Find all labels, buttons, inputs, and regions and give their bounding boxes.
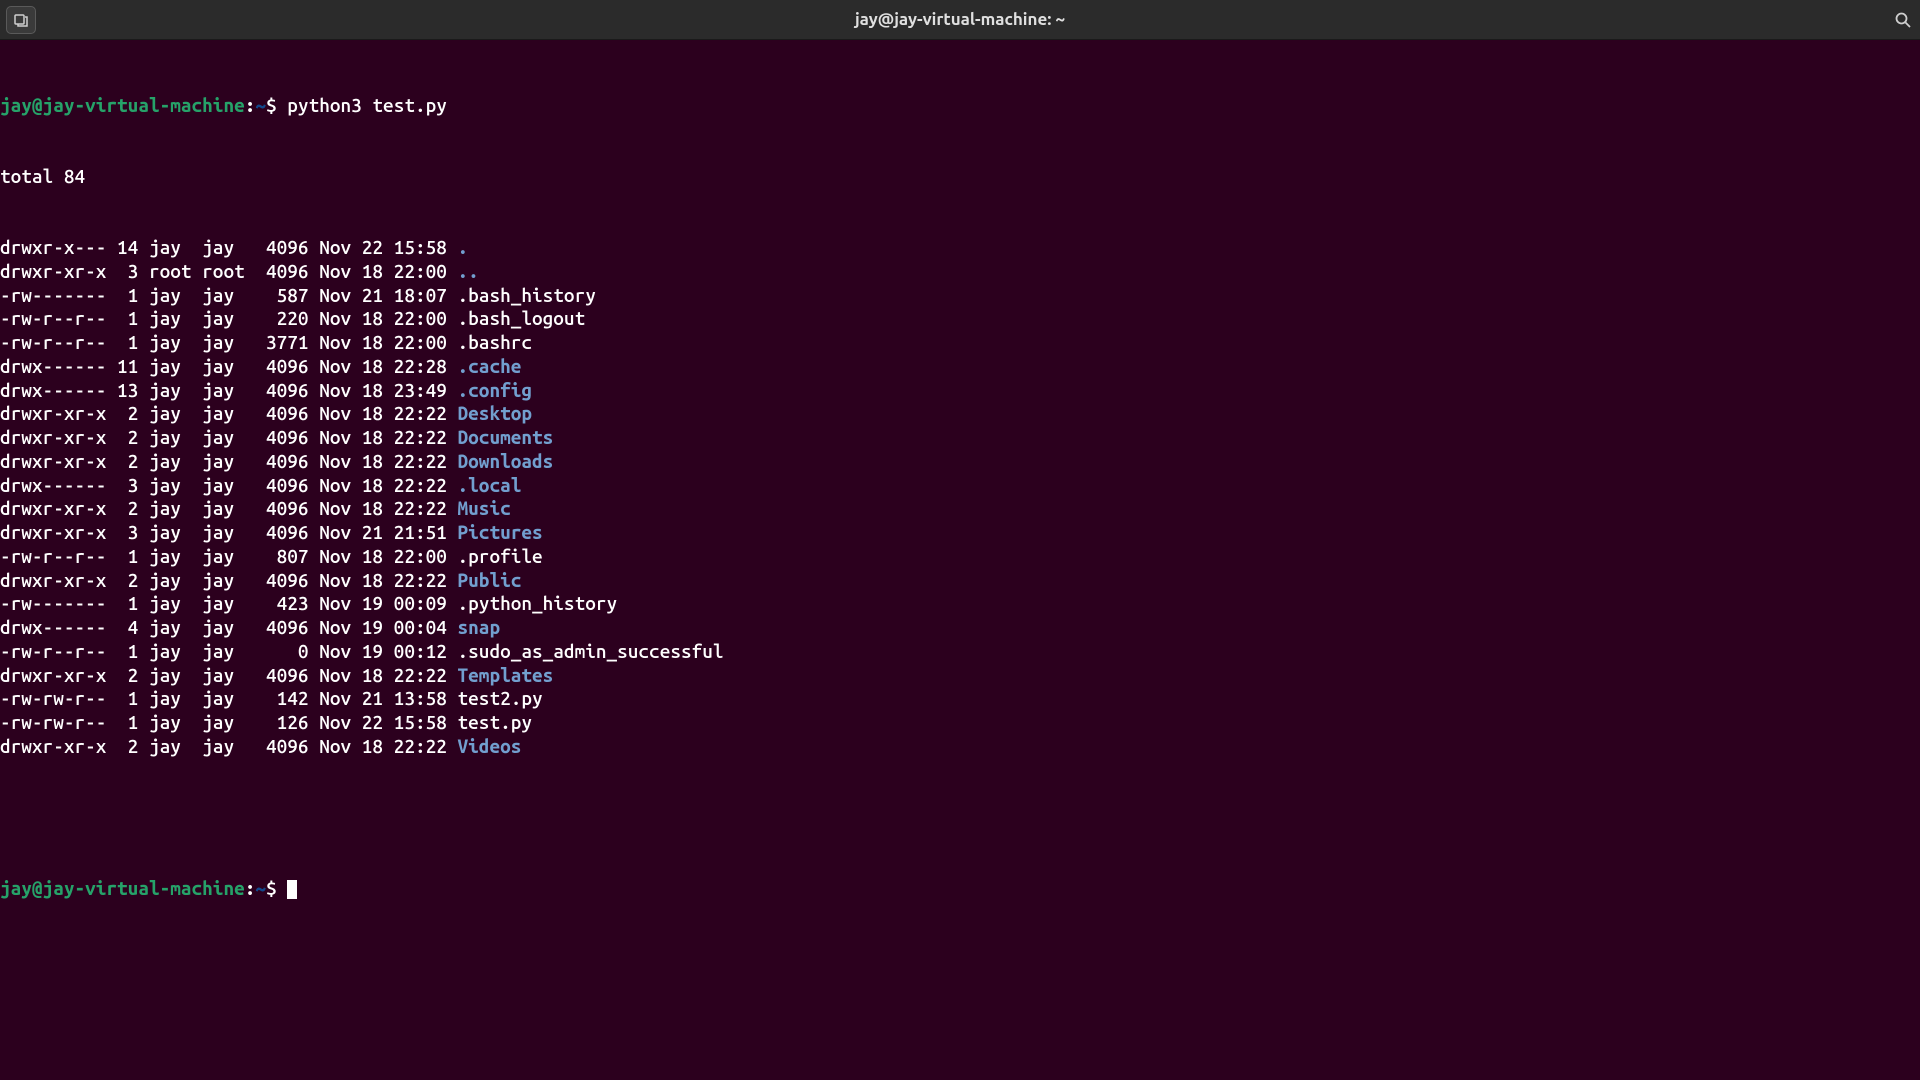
- listing-row: drwx------ 13 jay jay 4096 Nov 18 23:49 …: [0, 379, 1920, 403]
- titlebar-right: [1886, 3, 1920, 37]
- file-name: .sudo_as_admin_successful: [458, 640, 724, 662]
- file-name: test.py: [458, 711, 532, 733]
- search-button[interactable]: [1886, 3, 1920, 37]
- listing-row: drwxr-xr-x 2 jay jay 4096 Nov 18 22:22 D…: [0, 402, 1920, 426]
- file-name: Templates: [458, 664, 554, 686]
- file-name: Pictures: [458, 521, 543, 543]
- file-name: test2.py: [458, 687, 543, 709]
- listing-row: drwxr-xr-x 2 jay jay 4096 Nov 18 22:22 D…: [0, 426, 1920, 450]
- file-name: .profile: [458, 545, 543, 567]
- new-tab-icon: [13, 12, 29, 28]
- listing-row: -rw------- 1 jay jay 423 Nov 19 00:09 .p…: [0, 592, 1920, 616]
- file-name: Desktop: [458, 402, 532, 424]
- new-tab-button[interactable]: [6, 6, 36, 34]
- prompt-line: jay@jay-virtual-machine:~$: [0, 877, 1920, 901]
- prompt-dollar: $: [266, 877, 277, 899]
- total-line: total 84: [0, 165, 1920, 189]
- file-name: Public: [458, 569, 522, 591]
- file-name: .local: [458, 474, 522, 496]
- file-name: Music: [458, 497, 511, 519]
- file-name: Downloads: [458, 450, 554, 472]
- listing-row: -rw-r--r-- 1 jay jay 807 Nov 18 22:00 .p…: [0, 545, 1920, 569]
- file-name: Videos: [458, 735, 522, 757]
- listing-row: drwxr-xr-x 3 jay jay 4096 Nov 21 21:51 P…: [0, 521, 1920, 545]
- prompt-line: jay@jay-virtual-machine:~$ python3 test.…: [0, 94, 1920, 118]
- prompt-dollar: $: [266, 94, 277, 116]
- blank-line: [0, 806, 1920, 830]
- listing-row: -rw-rw-r-- 1 jay jay 126 Nov 22 15:58 te…: [0, 711, 1920, 735]
- prompt-path: ~: [255, 877, 266, 899]
- file-name: .bashrc: [458, 331, 532, 353]
- listing-row: -rw-r--r-- 1 jay jay 3771 Nov 18 22:00 .…: [0, 331, 1920, 355]
- listing-row: drwxr-x--- 14 jay jay 4096 Nov 22 15:58 …: [0, 236, 1920, 260]
- prompt-user-host: jay@jay-virtual-machine: [0, 94, 245, 116]
- prompt-colon: :: [245, 877, 256, 899]
- listing-row: drwxr-xr-x 2 jay jay 4096 Nov 18 22:22 D…: [0, 450, 1920, 474]
- listing-row: -rw-rw-r-- 1 jay jay 142 Nov 21 13:58 te…: [0, 687, 1920, 711]
- listing-row: drwxr-xr-x 3 root root 4096 Nov 18 22:00…: [0, 260, 1920, 284]
- listing-row: drwxr-xr-x 2 jay jay 4096 Nov 18 22:22 V…: [0, 735, 1920, 759]
- terminal-output[interactable]: jay@jay-virtual-machine:~$ python3 test.…: [0, 40, 1920, 925]
- search-icon: [1894, 11, 1912, 29]
- prompt-colon: :: [245, 94, 256, 116]
- file-name: .cache: [458, 355, 522, 377]
- titlebar: jay@jay-virtual-machine: ~: [0, 0, 1920, 40]
- prompt-user-host: jay@jay-virtual-machine: [0, 877, 245, 899]
- cursor: [287, 880, 297, 899]
- file-name: .bash_logout: [458, 307, 586, 329]
- file-name: .python_history: [458, 592, 618, 614]
- file-name: .config: [458, 379, 532, 401]
- listing-row: drwx------ 4 jay jay 4096 Nov 19 00:04 s…: [0, 616, 1920, 640]
- listing-row: -rw-r--r-- 1 jay jay 220 Nov 18 22:00 .b…: [0, 307, 1920, 331]
- command-text: python3 test.py: [287, 94, 447, 116]
- listing-row: drwxr-xr-x 2 jay jay 4096 Nov 18 22:22 P…: [0, 569, 1920, 593]
- listing-row: drwx------ 3 jay jay 4096 Nov 18 22:22 .…: [0, 474, 1920, 498]
- listing-row: -rw------- 1 jay jay 587 Nov 21 18:07 .b…: [0, 284, 1920, 308]
- listing-row: drwxr-xr-x 2 jay jay 4096 Nov 18 22:22 M…: [0, 497, 1920, 521]
- listing-row: drwx------ 11 jay jay 4096 Nov 18 22:28 …: [0, 355, 1920, 379]
- prompt-path: ~: [255, 94, 266, 116]
- file-name: Documents: [458, 426, 554, 448]
- titlebar-left: [0, 6, 36, 34]
- file-name: .bash_history: [458, 284, 596, 306]
- listing-container: drwxr-x--- 14 jay jay 4096 Nov 22 15:58 …: [0, 236, 1920, 759]
- file-name: .: [458, 236, 469, 258]
- window-title: jay@jay-virtual-machine: ~: [855, 10, 1065, 29]
- file-name: ..: [458, 260, 479, 282]
- listing-row: drwxr-xr-x 2 jay jay 4096 Nov 18 22:22 T…: [0, 664, 1920, 688]
- file-name: snap: [458, 616, 501, 638]
- listing-row: -rw-r--r-- 1 jay jay 0 Nov 19 00:12 .sud…: [0, 640, 1920, 664]
